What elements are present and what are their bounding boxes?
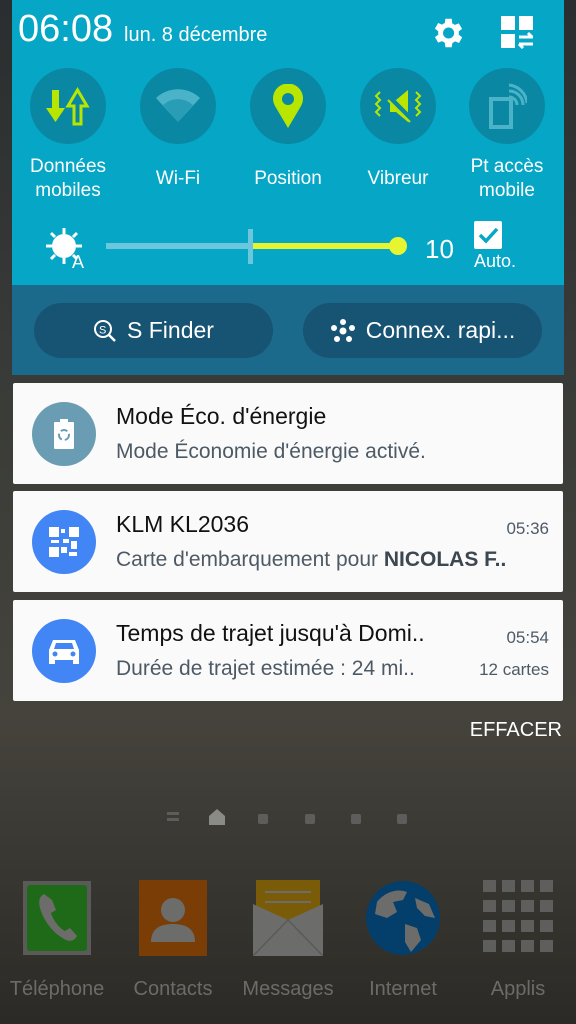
toggle-label: Données mobiles xyxy=(29,156,107,201)
phone-icon xyxy=(12,880,102,956)
page-indicator-list-2 xyxy=(167,818,179,821)
toggle-label: Wi-Fi xyxy=(155,168,201,189)
svg-text:S: S xyxy=(99,324,106,336)
notification-title: KLM KL2036 xyxy=(116,511,249,537)
s-finder-button[interactable]: S S Finder xyxy=(34,303,273,358)
qr-code-icon xyxy=(32,510,96,574)
toggle-mobile-data[interactable]: Données mobiles xyxy=(30,68,106,204)
toggle-label: Vibreur xyxy=(367,168,429,189)
quick-connect-button[interactable]: Connex. rapi... xyxy=(303,303,542,358)
brightness-auto-icon: A xyxy=(46,228,84,270)
notification-title: Temps de trajet jusqu'à Domi.. xyxy=(116,620,425,646)
auto-brightness-label: Auto. xyxy=(474,251,517,271)
quick-connect-label: Connex. rapi... xyxy=(365,317,516,343)
notification-text: Carte d'embarquement pour NICOLAS F.. xyxy=(116,548,506,572)
brightness-default-marker xyxy=(248,229,253,264)
toggle-vibrate[interactable]: Vibreur xyxy=(360,68,436,204)
dock-app-téléphone[interactable]: Téléphone xyxy=(10,880,104,1001)
date: lun. 8 décembre xyxy=(124,24,268,46)
home-page-indicator-icon[interactable] xyxy=(209,809,225,825)
notification-text-main: Durée de trajet estimée : 24 mi.. xyxy=(116,657,415,680)
notification-text-main: Mode Économie d'énergie activé. xyxy=(116,440,426,463)
edit-toggles-icon[interactable] xyxy=(500,15,536,49)
toggle-wifi[interactable]: Wi-Fi xyxy=(140,68,216,204)
notification-card[interactable]: Mode Éco. d'énergie Mode Économie d'éner… xyxy=(13,383,563,484)
notification-time: 05:54 xyxy=(506,628,549,647)
car-icon xyxy=(32,619,96,683)
settings-gear-icon[interactable] xyxy=(428,14,466,52)
page-indicator[interactable] xyxy=(258,814,268,824)
dock-app-label: Messages xyxy=(242,978,334,1000)
hotspot-icon xyxy=(469,68,545,144)
notification-text-main: Carte d'embarquement pour xyxy=(116,548,384,571)
location-pin-icon xyxy=(250,68,326,144)
brightness-fill xyxy=(253,243,398,249)
s-finder-search-icon: S xyxy=(94,319,116,342)
clock: 06:08 xyxy=(18,8,114,50)
brightness-slider-thumb[interactable] xyxy=(389,237,407,255)
quick-connect-icon xyxy=(330,318,355,342)
notification-text: Durée de trajet estimée : 24 mi.. xyxy=(116,657,415,681)
page-indicator[interactable] xyxy=(351,814,361,824)
toggle-hotspot[interactable]: Pt accès mobile xyxy=(469,68,545,204)
apps-grid-icon xyxy=(473,880,563,956)
notification-card[interactable]: KLM KL2036 Carte d'embarquement pour NIC… xyxy=(13,491,563,592)
notification-time: 05:36 xyxy=(506,519,549,538)
svg-text:A: A xyxy=(72,252,84,270)
notification-text-bold: NICOLAS F.. xyxy=(383,548,507,571)
notification-count: 12 cartes xyxy=(479,660,549,679)
wifi-icon xyxy=(140,68,216,144)
mobile-data-icon xyxy=(30,68,106,144)
vibrate-icon xyxy=(360,68,436,144)
dock-app-applis[interactable]: Applis xyxy=(473,880,563,1001)
messages-icon xyxy=(243,880,333,956)
battery-eco-icon xyxy=(32,402,96,466)
dock-app-messages[interactable]: Messages xyxy=(242,880,334,1001)
notification-card[interactable]: Temps de trajet jusqu'à Domi.. Durée de … xyxy=(13,600,563,701)
internet-globe-icon xyxy=(358,880,448,956)
checkmark-icon xyxy=(478,227,499,244)
dock-app-label: Applis xyxy=(490,978,546,1000)
page-indicator[interactable] xyxy=(397,814,407,824)
page-indicator[interactable] xyxy=(305,814,315,824)
dock-app-label: Internet xyxy=(369,978,437,1000)
notification-text: Mode Économie d'énergie activé. xyxy=(116,440,426,464)
toggle-label: Position xyxy=(254,168,322,189)
s-finder-label: S Finder xyxy=(127,317,214,343)
dock-app-label: Contacts xyxy=(133,978,213,1000)
toggle-location-pin[interactable]: Position xyxy=(250,68,326,204)
dock-app-label: Téléphone xyxy=(9,978,105,1000)
clear-notifications-button[interactable]: EFFACER xyxy=(470,719,562,742)
auto-brightness-checkbox[interactable] xyxy=(474,221,502,249)
page-indicator-list xyxy=(167,812,179,815)
contacts-icon xyxy=(128,880,218,956)
dock-app-internet[interactable]: Internet xyxy=(358,880,448,1001)
brightness-value: 10 xyxy=(425,234,454,264)
notification-title: Mode Éco. d'énergie xyxy=(116,403,327,429)
dock-app-contacts[interactable]: Contacts xyxy=(128,880,218,1001)
toggle-label: Pt accès mobile xyxy=(470,156,544,201)
